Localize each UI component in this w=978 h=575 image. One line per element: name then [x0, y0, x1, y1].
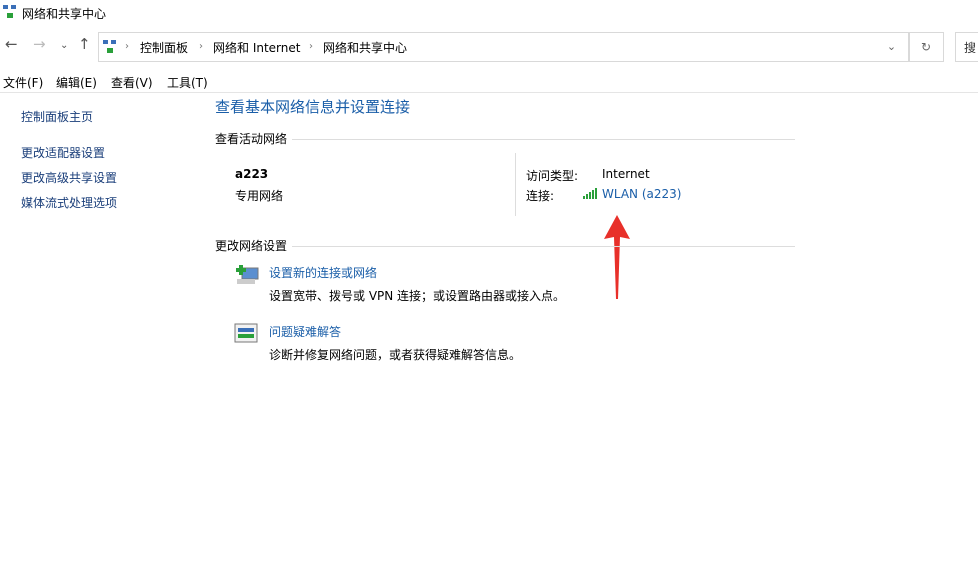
sidebar-item-adapter-settings[interactable]: 更改适配器设置	[21, 144, 105, 161]
title-bar: 网络和共享中心	[0, 0, 978, 26]
troubleshoot-icon	[234, 323, 258, 343]
breadcrumb-separator: ›	[199, 41, 203, 52]
new-connection-icon	[236, 265, 259, 284]
divider	[292, 246, 795, 247]
sidebar-item-advanced-sharing[interactable]: 更改高级共享设置	[21, 169, 117, 186]
refresh-button[interactable]: ↻	[908, 32, 944, 62]
menu-edit[interactable]: 编辑(E)	[56, 74, 97, 91]
address-network-icon	[103, 40, 117, 54]
menu-view[interactable]: 查看(V)	[111, 74, 153, 91]
search-input[interactable]: 搜	[955, 32, 978, 62]
sidebar-item-control-panel-home[interactable]: 控制面板主页	[21, 108, 93, 125]
troubleshoot-description: 诊断并修复网络问题，或者获得疑难解答信息。	[269, 348, 522, 362]
connection-label: 连接:	[526, 189, 555, 203]
red-arrow-annotation	[604, 215, 630, 299]
troubleshoot-link[interactable]: 问题疑难解答	[269, 323, 341, 340]
network-profile[interactable]: 专用网络	[235, 187, 283, 204]
sidebar-item-media-streaming[interactable]: 媒体流式处理选项	[21, 194, 117, 211]
wlan-connection-link[interactable]: WLAN (a223)	[602, 187, 681, 201]
recent-dropdown[interactable]: ⌄	[60, 40, 68, 66]
setup-connection-description: 设置宽带、拨号或 VPN 连接；或设置路由器或接入点。	[269, 289, 566, 303]
access-type-value: Internet	[602, 167, 650, 181]
breadcrumb-control-panel[interactable]: 控制面板	[140, 39, 188, 56]
divider	[515, 153, 516, 216]
divider	[292, 139, 795, 140]
active-networks-heading: 查看活动网络	[215, 132, 288, 146]
access-type-label: 访问类型:	[526, 169, 579, 183]
menu-tools[interactable]: 工具(T)	[167, 74, 208, 91]
menu-file[interactable]: 文件(F)	[3, 74, 43, 91]
breadcrumb-sharing-center[interactable]: 网络和共享中心	[323, 39, 407, 56]
up-button[interactable]: ↑	[78, 35, 91, 61]
forward-button[interactable]: →	[33, 35, 46, 61]
address-dropdown-button[interactable]: ⌄	[874, 32, 910, 62]
wifi-signal-icon	[583, 188, 597, 199]
breadcrumb-separator: ›	[309, 41, 313, 52]
network-name: a223	[235, 167, 269, 181]
change-settings-heading: 更改网络设置	[215, 239, 288, 253]
page-title: 查看基本网络信息并设置连接	[215, 98, 411, 116]
window-title: 网络和共享中心	[22, 7, 107, 21]
breadcrumb-network-internet[interactable]: 网络和 Internet	[213, 39, 300, 56]
setup-new-connection-link[interactable]: 设置新的连接或网络	[269, 264, 377, 281]
network-center-icon	[3, 5, 17, 19]
back-button[interactable]: ←	[5, 35, 18, 61]
breadcrumb-separator: ›	[125, 41, 129, 52]
